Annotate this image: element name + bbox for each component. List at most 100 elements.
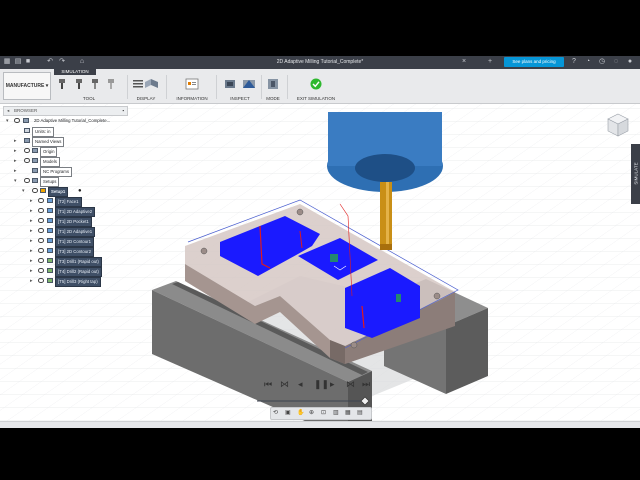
- ribbon-divider: [216, 75, 217, 99]
- visibility-icon[interactable]: [32, 188, 38, 193]
- step-back-icon[interactable]: ⋈: [280, 379, 289, 390]
- viewports-icon[interactable]: ▤: [357, 409, 363, 416]
- operation-label: [T1] 2D Adaptive2: [55, 207, 96, 217]
- visibility-icon[interactable]: [38, 238, 44, 243]
- chevron-right-icon[interactable]: ▸: [30, 267, 33, 275]
- folder-icon: [24, 138, 30, 143]
- tab-simulation[interactable]: SIMULATION: [54, 69, 96, 75]
- display-icon: [133, 79, 158, 88]
- pan-icon[interactable]: ✋: [297, 409, 304, 416]
- grid-icon[interactable]: ▦: [345, 409, 351, 416]
- visibility-icon[interactable]: [38, 198, 44, 203]
- visibility-icon[interactable]: [38, 278, 44, 283]
- play-icon[interactable]: ▸: [330, 379, 335, 390]
- look-at-icon[interactable]: ▣: [285, 409, 291, 416]
- skip-end-icon[interactable]: ⏭: [362, 379, 370, 390]
- visibility-icon[interactable]: [38, 208, 44, 213]
- zoom-icon[interactable]: ⊕: [309, 409, 314, 416]
- mode-group[interactable]: MODE: [262, 78, 284, 102]
- settings-icon[interactable]: ●: [78, 187, 82, 195]
- visibility-icon[interactable]: [38, 258, 44, 263]
- browser-item-label: Setups: [40, 177, 60, 187]
- tool-group[interactable]: TOOL: [54, 78, 124, 102]
- timeline-handle[interactable]: [360, 396, 370, 406]
- visibility-icon[interactable]: [24, 178, 30, 183]
- exit-simulation-button[interactable]: EXIT SIMULATION: [290, 78, 342, 102]
- browser-item-label: Models: [40, 157, 60, 167]
- chevron-right-icon[interactable]: ▸: [30, 257, 33, 265]
- operation-icon: [47, 228, 53, 233]
- new-tab-icon[interactable]: +: [486, 58, 494, 66]
- units-icon: [24, 128, 30, 133]
- browser-title: BROWSER: [14, 108, 38, 113]
- chevron-down-icon[interactable]: ▾: [6, 117, 9, 125]
- collapse-icon[interactable]: ◂: [7, 107, 9, 115]
- chevron-right-icon[interactable]: ▸: [14, 137, 17, 145]
- browser-item-label: Origin: [40, 147, 58, 157]
- simulation-timeline[interactable]: [257, 396, 377, 406]
- operation-label: [T2] Face1: [55, 197, 82, 207]
- information-label: INFORMATION: [176, 96, 208, 101]
- visibility-icon[interactable]: [24, 158, 30, 163]
- tool-icon: [59, 79, 114, 89]
- navigation-bar: ⟲ ▣ ✋ ⊕ ⊡ ▥ ▦ ▤: [270, 407, 372, 420]
- visibility-icon[interactable]: [24, 148, 30, 153]
- ribbon-divider: [287, 75, 288, 99]
- visibility-icon[interactable]: [14, 118, 20, 123]
- inspect-group[interactable]: INSPECT: [220, 78, 260, 102]
- visibility-icon[interactable]: [38, 248, 44, 253]
- plans-pricing-button[interactable]: See plans and pricing: [504, 57, 564, 67]
- operation-icon: [47, 198, 53, 203]
- visibility-icon[interactable]: [38, 228, 44, 233]
- chevron-right-icon[interactable]: ▸: [14, 167, 17, 175]
- operation-icon: [47, 218, 53, 223]
- document-name: 2D Adaptive Milling Tutorial_Complete...: [34, 118, 111, 123]
- mode-label: MODE: [266, 96, 280, 101]
- chevron-right-icon[interactable]: ▸: [30, 237, 33, 245]
- display-label: DISPLAY: [136, 96, 156, 101]
- operation-label: [T1] 2D Contour1: [55, 237, 94, 247]
- chevron-right-icon[interactable]: ▸: [30, 277, 33, 285]
- visibility-icon[interactable]: [38, 218, 44, 223]
- chevron-right-icon[interactable]: ▸: [30, 247, 33, 255]
- information-group[interactable]: INFORMATION: [170, 78, 214, 102]
- clock-icon[interactable]: ◷: [598, 58, 606, 66]
- operation-icon: [47, 208, 53, 213]
- browser-panel-header[interactable]: ◂ BROWSER ▪: [3, 106, 128, 116]
- rewind-icon[interactable]: ◂: [298, 379, 303, 390]
- view-cube[interactable]: [606, 112, 630, 138]
- tool-label: TOOL: [82, 96, 96, 101]
- help-circle-icon[interactable]: ◌: [612, 58, 620, 66]
- document-icon: [23, 118, 29, 123]
- step-forward-icon[interactable]: ⋈: [346, 379, 355, 390]
- drill-icon: [47, 258, 53, 263]
- chevron-right-icon[interactable]: ▸: [30, 227, 33, 235]
- pin-icon[interactable]: ▪: [122, 107, 124, 115]
- chevron-right-icon[interactable]: ▸: [14, 157, 17, 165]
- skip-start-icon[interactable]: ⏮: [264, 379, 272, 390]
- user-icon[interactable]: ●: [626, 58, 634, 66]
- chevron-down-icon[interactable]: ▾: [14, 177, 17, 185]
- chevron-right-icon[interactable]: ▸: [14, 147, 17, 155]
- operation-icon: [47, 248, 53, 253]
- pause-icon[interactable]: ❚❚: [314, 379, 329, 390]
- notifications-icon[interactable]: ◔: [584, 58, 592, 66]
- simulate-side-tab[interactable]: SIMULATE: [631, 144, 640, 204]
- information-icon: [185, 78, 199, 90]
- chevron-down-icon[interactable]: ▾: [22, 187, 25, 195]
- orbit-icon[interactable]: ⟲: [273, 409, 278, 416]
- close-tab-icon[interactable]: ×: [460, 58, 468, 66]
- help-icon[interactable]: ?: [570, 58, 578, 66]
- display-settings-icon[interactable]: ▥: [333, 409, 339, 416]
- display-group[interactable]: DISPLAY: [130, 78, 162, 102]
- chevron-right-icon[interactable]: ▸: [30, 207, 33, 215]
- zoom-window-icon[interactable]: ⊡: [321, 409, 326, 416]
- chevron-right-icon[interactable]: ▸: [30, 197, 33, 205]
- checkmark-icon: [310, 78, 322, 90]
- folder-icon: [32, 158, 38, 163]
- drill-icon: [47, 278, 53, 283]
- chevron-right-icon[interactable]: ▸: [30, 217, 33, 225]
- visibility-icon[interactable]: [38, 268, 44, 273]
- playback-controls: ⏮ ⋈ ◂ ❚❚ ▸ ⋈ ⏭: [262, 378, 378, 392]
- workspace-switcher[interactable]: MANUFACTURE ▾: [3, 72, 51, 100]
